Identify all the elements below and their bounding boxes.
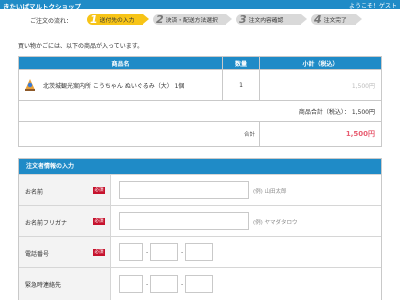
step-label: 注文完了 <box>323 18 347 24</box>
step-order-complete: 4 注文完了 <box>311 13 362 26</box>
phone-separator: - <box>146 249 149 256</box>
name-label-cell: お名前 必須 <box>19 175 111 205</box>
product-total-cell: 商品合計（税込）： 1,500円 <box>18 100 382 122</box>
kana-row: お名前フリガナ 必須 (例) ヤマダタロウ <box>19 205 381 236</box>
product-column-header: 商品名 <box>18 56 223 70</box>
order-flow-steps: ご注文の流れ： 1 送付先の入力 2 決済・配送方法選択 3 注文内容確認 4 … <box>0 12 400 26</box>
plush-toy-image <box>25 79 35 91</box>
qty-column-header: 数量 <box>222 56 260 70</box>
phone-input-1[interactable] <box>119 243 143 261</box>
product-cell: 北茨城観光案内所 こうちゃん ぬいぐるみ（大） 1個 <box>18 69 223 101</box>
welcome-text: ようこそ！ゲスト <box>348 3 397 10</box>
emergency-separator: - <box>146 281 149 288</box>
emergency-input-3[interactable] <box>185 275 213 293</box>
step-number: 2 <box>156 13 164 26</box>
name-row: お名前 必須 (例) 山田太郎 <box>19 174 381 205</box>
name-input[interactable] <box>119 181 249 199</box>
kana-label: お名前フリガナ <box>25 220 68 227</box>
name-label: お名前 <box>25 189 44 196</box>
emergency-label-cell: 緊急時連絡先 <box>19 268 111 300</box>
phone-label: 電話番号 <box>25 251 50 258</box>
kana-label-cell: お名前フリガナ 必須 <box>19 206 111 236</box>
form-title: 注文者情報の入力 <box>19 159 381 174</box>
phone-row: 電話番号 必須 - - <box>19 236 381 267</box>
item-price: 1,500円 <box>259 69 382 101</box>
step-number: 1 <box>90 13 98 26</box>
cart-item-row: 北茨城観光案内所 こうちゃん ぬいぐるみ（大） 1個 1 1,500円 <box>18 69 382 101</box>
emergency-separator: - <box>181 281 184 288</box>
step-address-input: 1 送付先の入力 <box>87 13 149 26</box>
product-name[interactable]: 北茨城観光案内所 こうちゃん ぬいぐるみ（大） 1個 <box>43 81 184 90</box>
product-total-row: 商品合計（税込）： 1,500円 <box>18 100 382 122</box>
shop-name[interactable]: きたいばマルトクショップ <box>3 1 81 11</box>
grand-total-label: 合計 <box>18 121 260 147</box>
orderer-info-form: 注文者情報の入力 お名前 必須 (例) 山田太郎 お名前フリガナ 必須 (例) … <box>18 158 382 300</box>
product-total-label: 商品合計（税込）： <box>298 108 350 116</box>
step-label: 決済・配送方法選択 <box>165 18 218 24</box>
required-badge: 必須 <box>93 187 105 194</box>
phone-input-2[interactable] <box>150 243 178 261</box>
emergency-input-1[interactable] <box>119 275 143 293</box>
kana-hint: (例) ヤマダタロウ <box>253 220 298 226</box>
kana-input[interactable] <box>119 212 249 230</box>
cart-table: 商品名 数量 小計（税込） 北茨城観光案内所 こうちゃん ぬいぐるみ（大） 1個… <box>18 56 382 147</box>
required-badge: 必須 <box>93 249 105 256</box>
step-payment-shipping: 2 決済・配送方法選択 <box>153 13 232 26</box>
step-number: 4 <box>314 13 322 26</box>
phone-separator: - <box>181 249 184 256</box>
step-order-confirm: 3 注文内容確認 <box>236 13 307 26</box>
emergency-input-2[interactable] <box>150 275 178 293</box>
top-bar: きたいばマルトクショップ ようこそ！ゲスト <box>0 0 400 11</box>
product-total-value: 1,500円 <box>351 108 375 116</box>
cart-intro-text: 買い物かごには、以下の商品が入っています。 <box>18 43 144 50</box>
phone-input-3[interactable] <box>185 243 213 261</box>
order-flow-label: ご注文の流れ： <box>30 18 73 25</box>
step-label: 送付先の入力 <box>99 18 135 24</box>
grand-total-value: 1,500円 <box>259 121 382 147</box>
step-number: 3 <box>239 13 247 26</box>
step-label: 注文内容確認 <box>248 18 284 24</box>
phone-label-cell: 電話番号 必須 <box>19 237 111 267</box>
cart-header-row: 商品名 数量 小計（税込） <box>18 56 382 70</box>
required-badge: 必須 <box>93 218 105 225</box>
name-hint: (例) 山田太郎 <box>253 189 287 195</box>
item-qty: 1 <box>222 69 260 101</box>
grand-total-row: 合計 1,500円 <box>18 121 382 147</box>
emergency-contact-row: 緊急時連絡先 - - <box>19 267 381 300</box>
subtotal-column-header: 小計（税込） <box>259 56 382 70</box>
emergency-label: 緊急時連絡先 <box>25 282 62 289</box>
